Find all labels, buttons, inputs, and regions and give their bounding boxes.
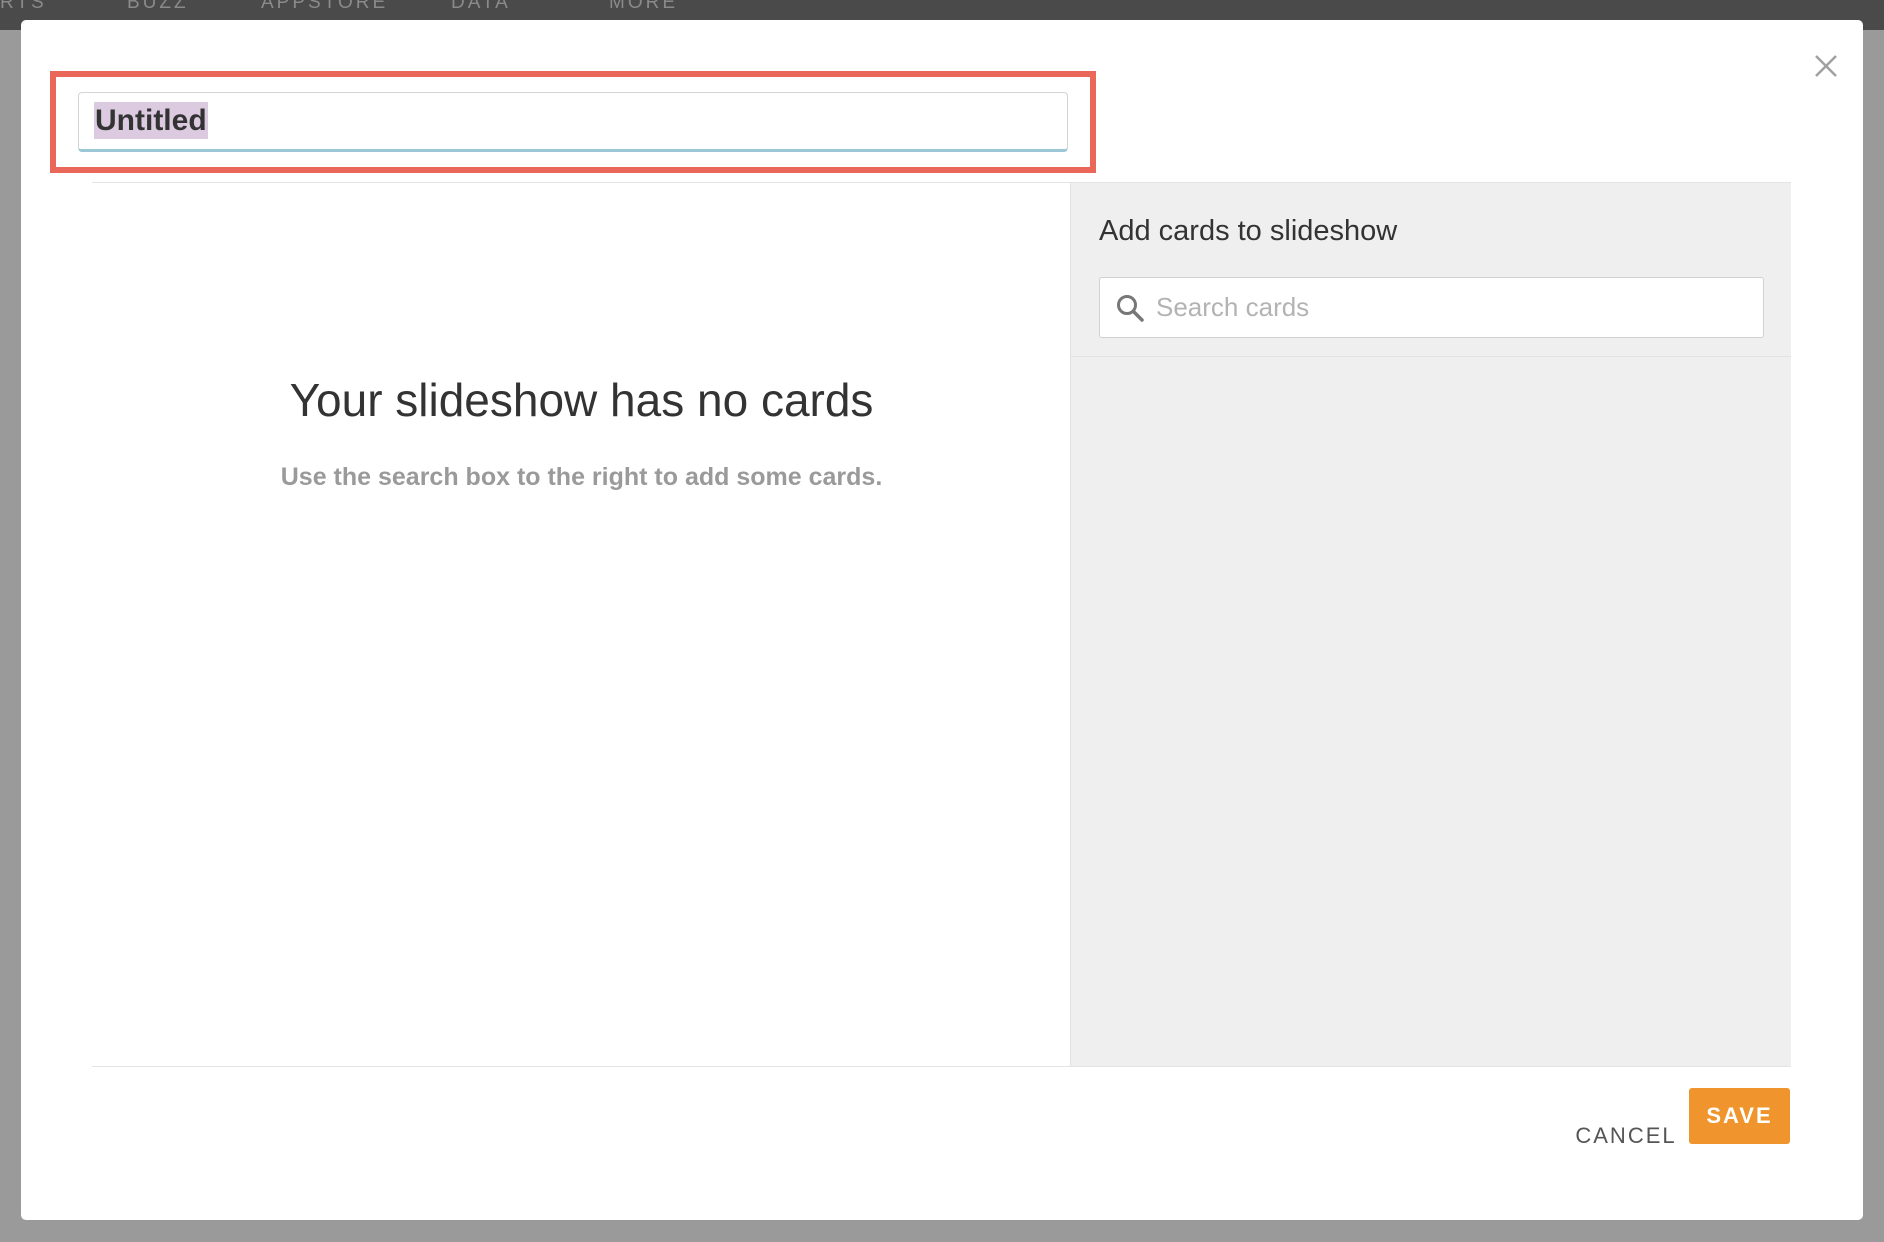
empty-state-heading: Your slideshow has no cards [289,374,874,426]
cancel-button[interactable]: CANCEL [1571,1108,1681,1164]
modal-content: Your slideshow has no cards Use the sear… [92,182,1791,1067]
search-box[interactable] [1099,277,1764,338]
nav-item: APPSTORE [261,0,389,13]
nav-item: MORE [609,0,678,13]
add-cards-title: Add cards to slideshow [1099,215,1398,247]
slideshow-title-input[interactable]: Untitled [78,92,1068,152]
search-cards-input[interactable] [1156,278,1746,337]
search-icon [1117,295,1144,322]
slideshow-modal: Untitled Your slideshow has no cards Use… [21,20,1863,1220]
add-cards-pane: Add cards to slideshow [1071,183,1791,1066]
nav-item: RTS [0,0,47,13]
add-cards-header: Add cards to slideshow [1071,183,1791,357]
empty-state-subtext: Use the search box to the right to add s… [280,463,883,491]
nav-item: BUZZ [127,0,189,13]
close-icon [1815,55,1837,77]
nav-item: DATA [451,0,511,13]
slideshow-cards-pane: Your slideshow has no cards Use the sear… [92,183,1071,1066]
title-selected-text: Untitled [94,102,208,139]
save-button[interactable]: SAVE [1689,1088,1790,1144]
close-button[interactable] [1806,46,1846,86]
